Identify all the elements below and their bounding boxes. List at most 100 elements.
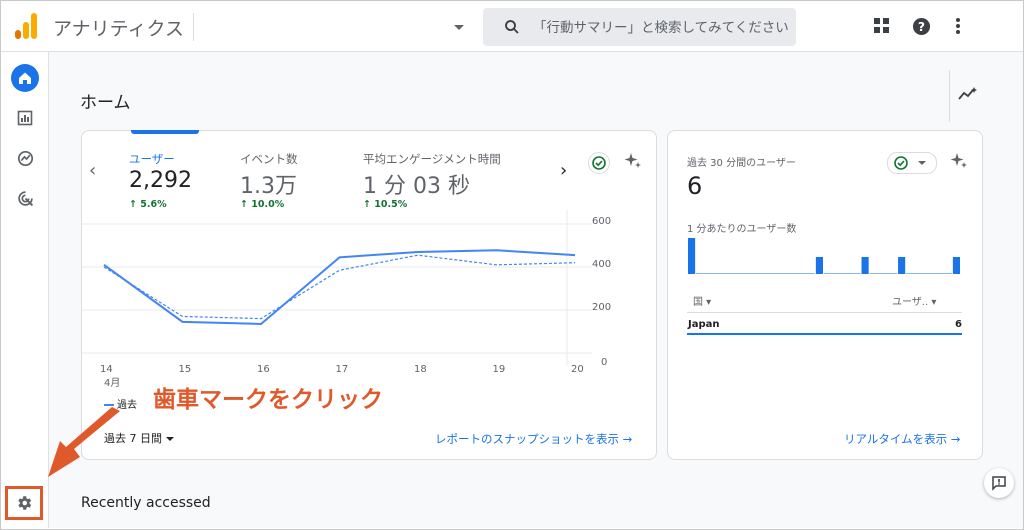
divider [193, 13, 194, 41]
x-tick-label: 15 [178, 364, 192, 375]
per-minute-bar [688, 238, 696, 274]
metric-change: ↑ 10.5% [363, 199, 408, 210]
per-minute-bar [796, 273, 806, 274]
more-vert-icon[interactable] [953, 17, 963, 35]
x-axis-month-label: 4月 [104, 378, 121, 389]
column-header-users[interactable]: ユーザ.. ▾ [892, 293, 936, 308]
per-minute-bar [723, 273, 733, 274]
x-tick-label: 17 [335, 364, 349, 375]
per-minute-bar [915, 273, 925, 274]
y-tick-label: 400 [592, 259, 612, 270]
page-title: ホーム [80, 93, 131, 113]
metric-value: 2,292 [129, 168, 192, 193]
view-realtime-link[interactable]: リアルタイムを表示 → [844, 431, 960, 447]
view-snapshot-link[interactable]: レポートのスナップショットを表示 → [435, 431, 632, 447]
nav-advertising[interactable] [11, 184, 39, 212]
column-header-country[interactable]: 国 ▾ [693, 293, 711, 308]
per-minute-label: 1 分あたりのユーザー数 [687, 224, 797, 235]
series-line-過去 [103, 249, 576, 325]
per-minute-bar [750, 273, 761, 274]
tab-indicator [131, 130, 199, 134]
series-line-dashed [103, 254, 576, 320]
per-minute-bar [942, 273, 952, 274]
per-minute-bar [898, 257, 906, 274]
top-bar: アナリティクス ? [1, 1, 1023, 52]
apps-grid-icon[interactable] [873, 17, 891, 35]
annotation-arrow [48, 407, 120, 477]
recently-accessed-heading: Recently accessed [81, 495, 211, 511]
home-icon [19, 72, 31, 84]
prev-metric-arrow[interactable]: ‹ [89, 160, 96, 181]
next-metric-arrow[interactable]: › [560, 160, 567, 181]
per-minute-bar [952, 257, 960, 274]
divider [687, 312, 962, 313]
per-minute-bar [842, 273, 852, 274]
nav-home[interactable] [11, 64, 39, 92]
x-tick-label: 20 [571, 364, 584, 375]
per-minute-bar [851, 273, 861, 274]
search-input[interactable] [531, 8, 797, 48]
realtime-title: 過去 30 分間のユーザー [687, 158, 796, 169]
per-minute-bar [824, 273, 834, 274]
per-minute-bar [732, 273, 742, 274]
help-icon[interactable]: ? [912, 17, 931, 36]
country-cell: Japan [688, 319, 720, 330]
y-tick-label: 0 [601, 357, 608, 368]
metric-change: ↑ 5.6% [129, 199, 167, 210]
check-circle-icon [592, 156, 606, 170]
nav-explore[interactable] [11, 144, 39, 172]
explore-icon [17, 150, 33, 166]
search-box[interactable] [483, 8, 797, 48]
per-minute-bar [878, 273, 888, 274]
sparkle-icon[interactable] [623, 151, 643, 171]
per-minute-bar [778, 273, 788, 274]
y-tick-label: 200 [592, 302, 612, 313]
metric-value: 1.3万 [240, 174, 297, 199]
per-minute-bar [861, 257, 869, 274]
sparkle-icon[interactable] [949, 151, 969, 171]
users-cell: 6 [955, 319, 962, 330]
per-minute-bar [869, 273, 879, 274]
per-minute-bar [714, 273, 724, 274]
metric-value: 1 分 03 秒 [363, 174, 470, 199]
metric-label: イベント数 [240, 152, 298, 166]
metric-change: ↑ 10.0% [240, 199, 285, 210]
metric-label: 平均エンゲージメント時間 [363, 152, 501, 166]
row-bar [687, 333, 962, 335]
feedback-icon [992, 476, 1006, 491]
per-minute-bar [769, 273, 779, 274]
reports-icon [17, 110, 33, 126]
annotation-text: 歯車マークをクリック [153, 387, 383, 413]
data-quality-badge[interactable] [588, 152, 610, 174]
per-minute-bar-chart [688, 238, 960, 274]
users-line-chart [82, 210, 592, 365]
x-tick-label: 19 [492, 364, 506, 375]
per-minute-bar [741, 273, 751, 274]
x-tick-label: 18 [414, 364, 427, 375]
divider [949, 70, 950, 122]
property-selector-caret[interactable] [454, 25, 464, 30]
analytics-logo[interactable] [15, 13, 37, 39]
per-minute-bar [805, 273, 815, 274]
chevron-down-icon [166, 437, 174, 441]
app-title: アナリティクス [53, 18, 184, 40]
per-minute-bar [906, 273, 916, 274]
per-minute-bar [705, 273, 715, 274]
per-minute-bar [815, 257, 823, 274]
y-tick-label: 600 [592, 216, 612, 227]
per-minute-bar [887, 273, 898, 274]
per-minute-bar [924, 273, 934, 274]
nav-reports[interactable] [11, 104, 39, 132]
gear-icon[interactable] [15, 494, 33, 512]
svg-text:?: ? [918, 20, 925, 34]
realtime-quality-selector[interactable] [887, 152, 937, 174]
feedback-button[interactable] [984, 468, 1014, 498]
realtime-value: 6 [687, 172, 703, 200]
metric-label: ユーザー [129, 152, 175, 166]
search-icon [505, 20, 519, 34]
chevron-down-icon [918, 161, 926, 165]
insights-icon[interactable] [958, 86, 978, 102]
advertising-icon [17, 190, 33, 206]
x-tick-label: 16 [257, 364, 270, 375]
per-minute-bar [760, 273, 770, 274]
